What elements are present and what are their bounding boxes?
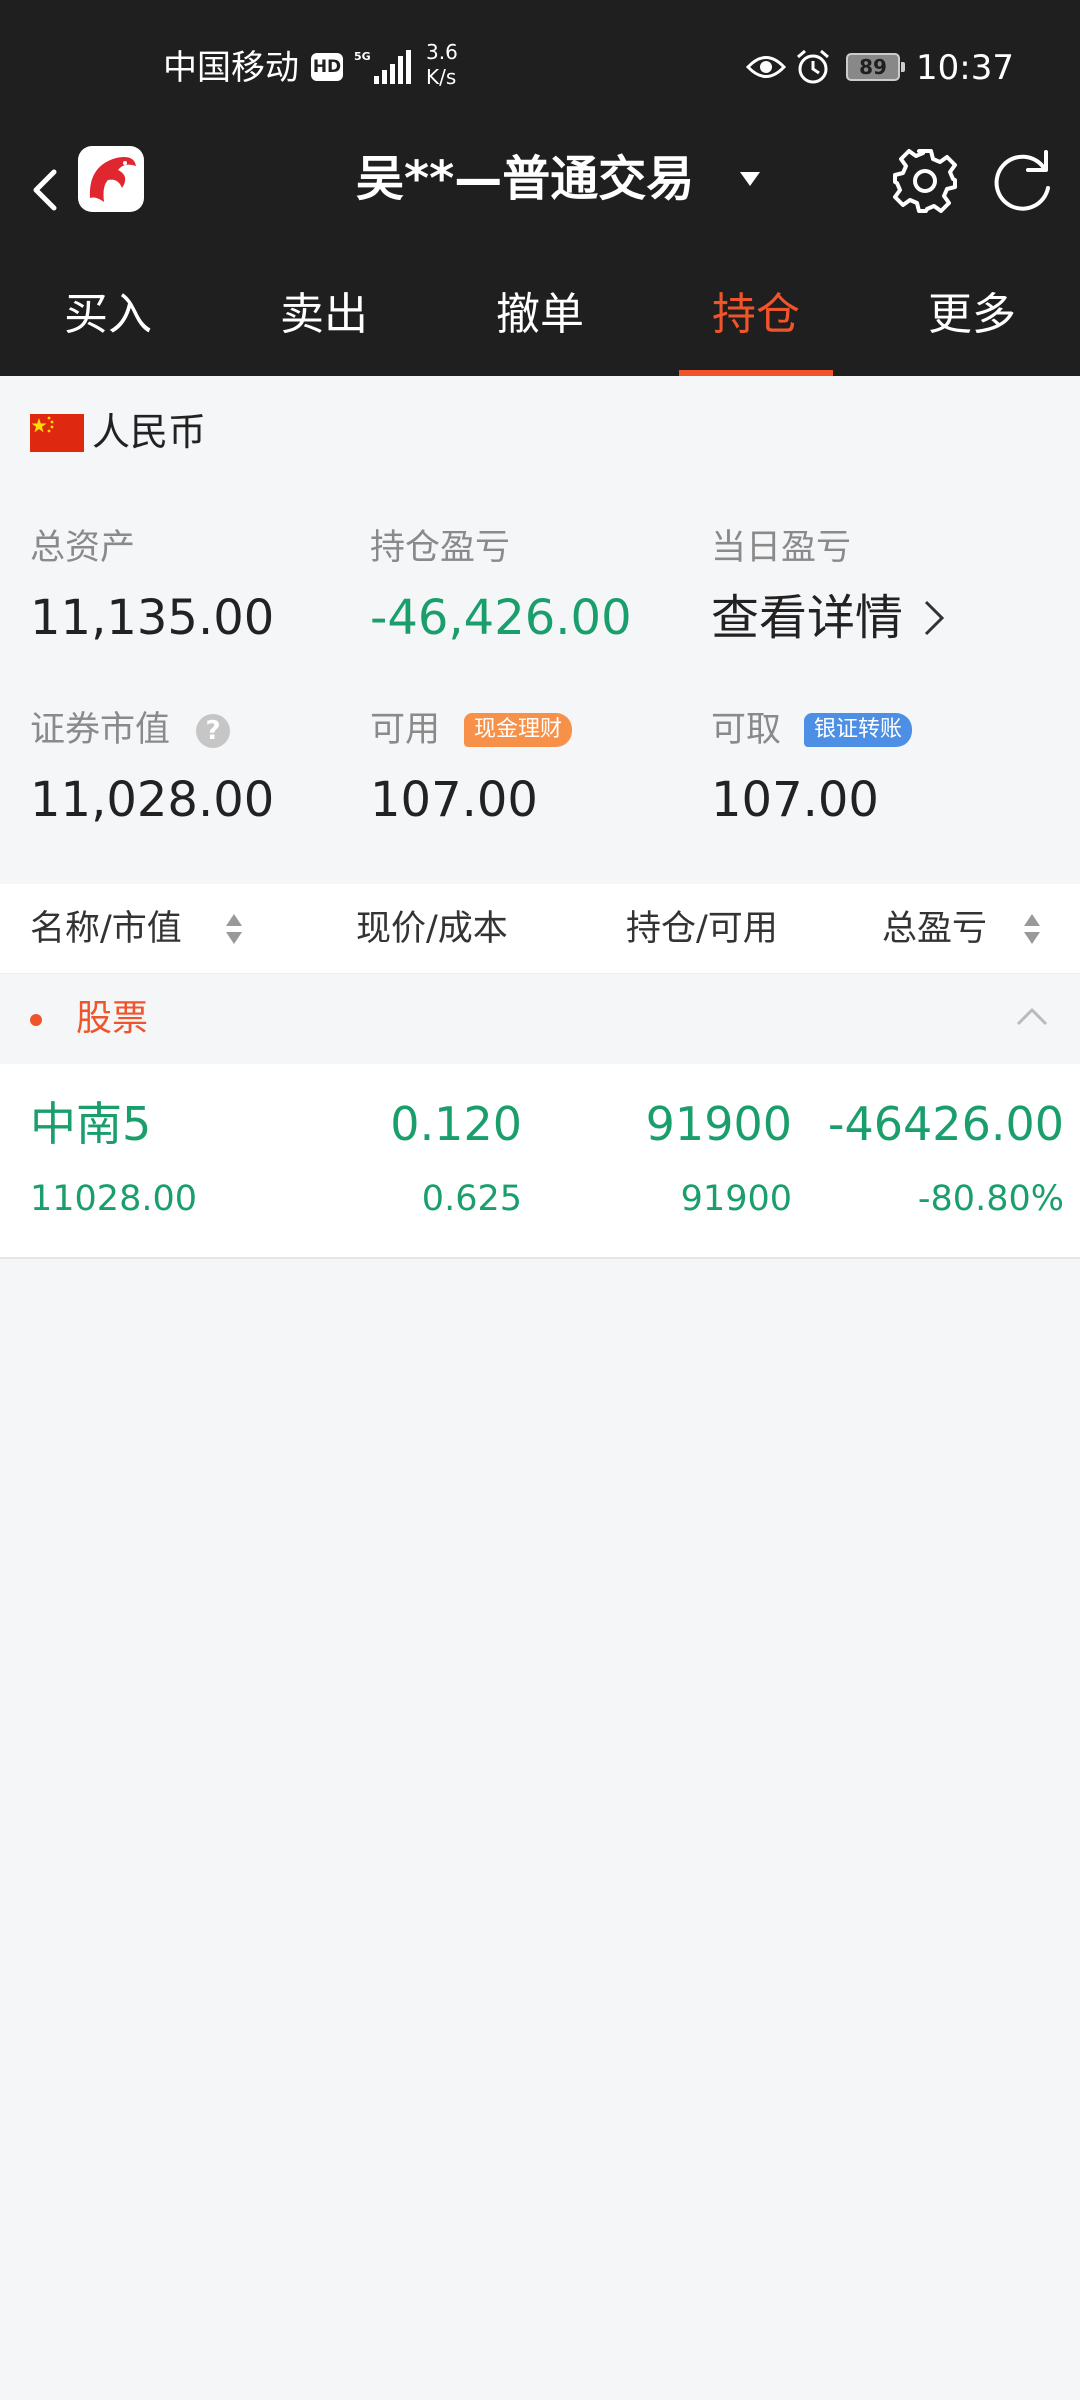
total-pl-percent: -80.80% [917, 1179, 1064, 1219]
carrier-name: 中国移动 [163, 48, 299, 88]
stock-group-header[interactable]: 股票 [0, 974, 1080, 1064]
gear-icon[interactable] [888, 144, 962, 218]
group-dot [30, 1014, 42, 1026]
status-bar: 中国移动 HD 5G 3.6 K/s 89 10:37 [0, 0, 1080, 140]
total-pl: -46426.00 [827, 1097, 1064, 1151]
total-assets-value: 11,135.00 [30, 590, 275, 646]
svg-text:5G: 5G [354, 50, 371, 63]
available-label: 可用 [370, 710, 441, 750]
holding-qty: 91900 [645, 1097, 792, 1151]
network-speed: 3.6 K/s [426, 40, 458, 89]
clock: 10:37 [916, 48, 1014, 88]
sort-icon[interactable] [1022, 912, 1042, 946]
position-pl-label: 持仓盈亏 [370, 528, 511, 568]
cash-management-badge[interactable]: 现金理财 [464, 713, 573, 747]
market-value-label: 证券市值 [30, 710, 171, 750]
position-pl-value: -46,426.00 [370, 590, 632, 646]
currency-label: 人民币 [92, 410, 207, 454]
available-value: 107.00 [370, 772, 538, 828]
chevron-right-icon[interactable] [922, 598, 946, 638]
eye-icon [746, 56, 786, 78]
tab-cancel-order[interactable]: 撤单 [432, 260, 648, 376]
china-flag-icon [30, 414, 84, 452]
account-title[interactable]: 吴**—普通交易 [356, 144, 694, 214]
group-label: 股票 [76, 998, 149, 1039]
dolphin-icon [89, 157, 136, 202]
withdrawable-value: 107.00 [711, 772, 879, 828]
daily-pl-details-link[interactable]: 查看详情 [711, 586, 903, 650]
stock-name: 中南5 [30, 1097, 152, 1151]
alarm-icon [797, 49, 829, 84]
tab-more[interactable]: 更多 [864, 260, 1080, 376]
app-logo [78, 146, 144, 212]
total-assets-label: 总资产 [30, 528, 136, 568]
table-row[interactable]: 中南5 11028.00 0.120 0.625 91900 91900 -46… [0, 1064, 1080, 1259]
positions-table-header: 名称/市值 现价/成本 持仓/可用 总盈亏 [0, 884, 1080, 974]
help-icon[interactable]: ? [196, 714, 230, 748]
hd-icon: HD [311, 53, 343, 81]
col-name-market-value[interactable]: 名称/市值 [30, 884, 182, 974]
battery-icon: 89 [846, 53, 905, 81]
tab-sell[interactable]: 卖出 [216, 260, 432, 376]
chevron-up-icon[interactable] [1016, 1006, 1048, 1028]
empty-area [0, 1259, 1080, 2400]
bank-transfer-badge[interactable]: 银证转账 [804, 713, 913, 747]
cost-price: 0.625 [421, 1179, 522, 1219]
market-value-value: 11,028.00 [30, 772, 275, 828]
account-summary: 人民币 总资产 11,135.00 持仓盈亏 -46,426.00 当日盈亏 查… [0, 376, 1080, 884]
sort-icon[interactable] [224, 912, 244, 946]
tab-buy[interactable]: 买入 [0, 260, 216, 376]
signal-icon: 5G [354, 50, 411, 84]
col-holding-available: 持仓/可用 [626, 909, 778, 949]
app-header: 吴**—普通交易 [0, 140, 1080, 260]
caret-down-icon[interactable] [738, 170, 762, 188]
withdrawable-label: 可取 [711, 710, 782, 750]
col-total-pl[interactable]: 总盈亏 [882, 884, 987, 974]
tab-positions[interactable]: 持仓 [648, 260, 864, 376]
daily-pl-label: 当日盈亏 [711, 528, 852, 568]
trade-tabs: 买入 卖出 撤单 持仓 更多 [0, 260, 1080, 376]
back-button[interactable] [20, 152, 70, 228]
current-price: 0.120 [390, 1097, 522, 1151]
refresh-icon[interactable] [988, 146, 1058, 216]
available-qty: 91900 [680, 1179, 792, 1219]
col-price-cost: 现价/成本 [356, 909, 508, 949]
stock-market-value: 11028.00 [30, 1179, 198, 1219]
